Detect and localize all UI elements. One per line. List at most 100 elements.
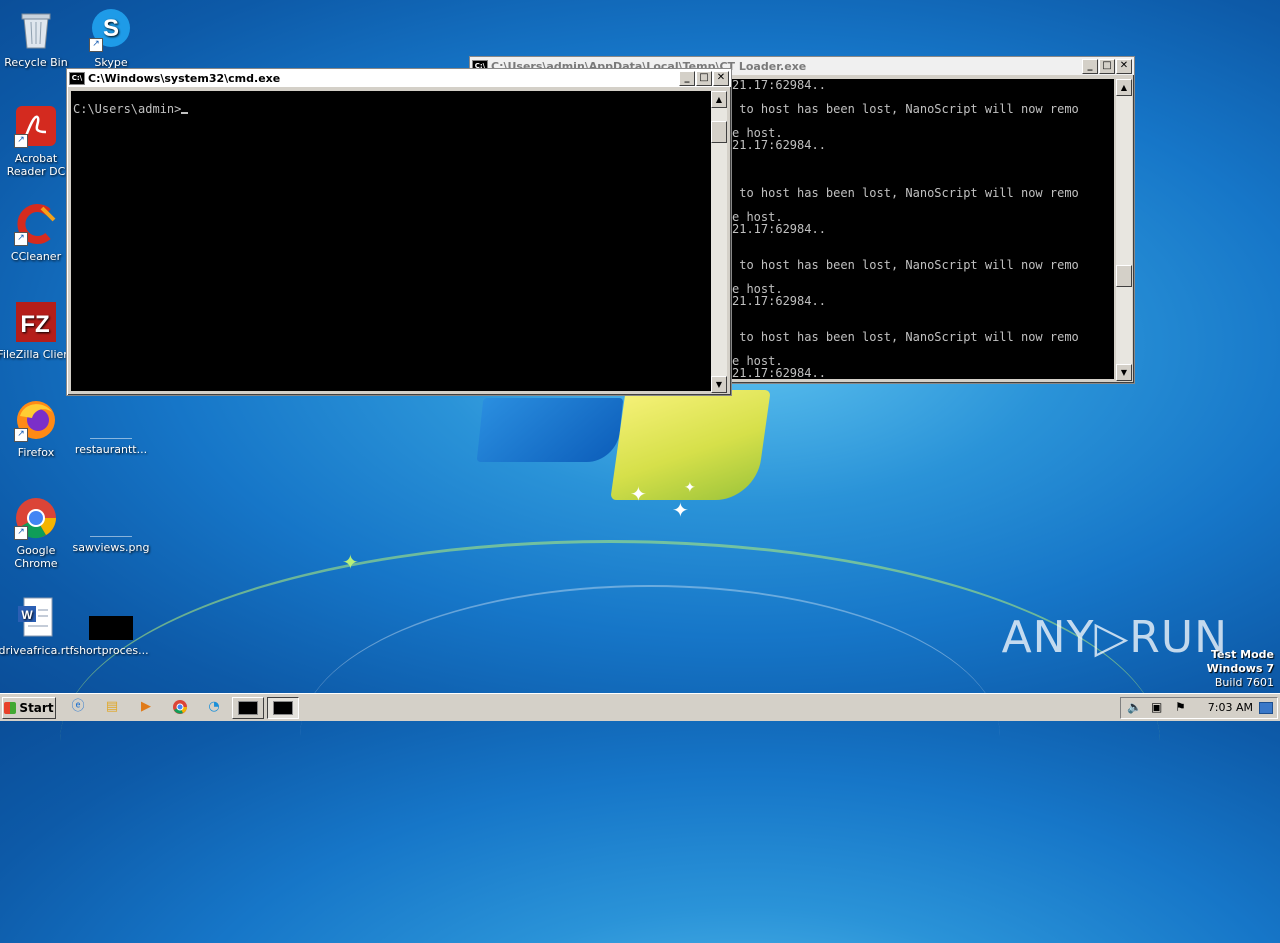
desktop-icon-filezilla[interactable]: FZ FileZilla Client [0, 300, 76, 361]
desktop-icon-skype[interactable]: S ↗ Skype [71, 8, 151, 69]
test-mode-notice: Test Mode Windows 7 Build 7601 [1207, 648, 1274, 690]
file-icon [89, 616, 133, 640]
anyrun-watermark: ANY▷RUN [1001, 612, 1228, 663]
sparkle-icon: ✦ [684, 480, 696, 496]
cmd-console[interactable]: C:\Users\admin> [71, 91, 711, 391]
minimize-button[interactable]: _ [1082, 58, 1098, 74]
desktop-icon-label: sawviews.png [72, 541, 150, 554]
shortcut-arrow-icon: ↗ [14, 428, 28, 442]
taskbar: Start ⓔ ▤ ▶ ◔ 🔈 ▣ ⚑ 7:03 AM [0, 693, 1280, 721]
network-icon[interactable]: ▣ [1151, 700, 1162, 714]
console-line: 21.17:62984.. [732, 222, 826, 236]
start-button[interactable]: Start [2, 697, 56, 719]
console-app-icon: C:\ [69, 71, 85, 85]
scroll-thumb[interactable] [1116, 265, 1132, 287]
desktop-icon-label: restaurantt... [74, 443, 148, 456]
maximize-button[interactable]: □ [1099, 58, 1115, 74]
sparkle-icon: ✦ [342, 550, 359, 574]
close-button[interactable]: ✕ [713, 70, 729, 86]
recycle-bin-icon [14, 8, 58, 52]
show-desktop-icon[interactable] [1259, 702, 1273, 714]
action-center-flag-icon[interactable]: ⚑ [1175, 700, 1186, 714]
windows-version-line: Windows 7 [1206, 662, 1274, 675]
svg-text:S: S [103, 15, 119, 42]
desktop-icon-label: shortproces... [73, 644, 149, 657]
console-app-icon [273, 701, 293, 715]
cmd-titlebar[interactable]: C:\ C:\Windows\system32\cmd.exe _ □ ✕ [67, 69, 731, 87]
minimize-button[interactable]: _ [679, 70, 695, 86]
console-line: 21.17:62984.. [732, 79, 826, 92]
text-cursor [181, 112, 189, 114]
console-line: 21.17:62984.. [732, 294, 826, 308]
desktop-icon-label: CCleaner [10, 250, 62, 263]
desktop-icon-label: Acrobat Reader DC [6, 152, 66, 178]
desktop-icon-driveafrica[interactable]: W driveafrica.rtf [0, 596, 76, 657]
shortcut-arrow-icon: ↗ [14, 232, 28, 246]
desktop-icon-label: FileZilla Client [0, 348, 75, 361]
skype-icon: S ↗ [89, 8, 133, 52]
chrome-icon: ↗ [14, 496, 58, 540]
scroll-down-button[interactable]: ▼ [711, 376, 727, 393]
desktop-icon-label: Recycle Bin [4, 56, 68, 69]
maximize-button[interactable]: □ [696, 70, 712, 86]
desktop-icon-restaurant-file[interactable]: restaurantt... [71, 398, 151, 456]
desktop-icon-label: Firefox [17, 446, 55, 459]
console-line: to host has been lost, NanoScript will n… [732, 258, 1079, 272]
console-line: 21.17:62984.. [732, 366, 826, 379]
taskbar-clock[interactable]: 7:03 AM [1208, 701, 1253, 714]
test-mode-line: Test Mode [1211, 648, 1274, 661]
explorer-icon[interactable]: ▤ [102, 698, 122, 716]
cmd-window-title: C:\Windows\system32\cmd.exe [88, 71, 281, 85]
loader-scrollbar[interactable]: ▲ ▼ [1116, 79, 1132, 381]
media-player-icon[interactable]: ▶ [136, 698, 156, 716]
build-number-line: Build 7601 [1214, 676, 1274, 689]
desktop-icon-recycle-bin[interactable]: Recycle Bin [0, 8, 76, 69]
taskbar-loader-button[interactable] [232, 697, 264, 719]
svg-text:W: W [21, 608, 33, 622]
sparkle-icon: ✦ [672, 498, 689, 522]
shortcut-arrow-icon: ↗ [14, 134, 28, 148]
word-document-icon: W [14, 596, 58, 640]
scroll-thumb[interactable] [711, 121, 727, 143]
cmd-prompt: C:\Users\admin> [73, 102, 182, 116]
console-line: to host has been lost, NanoScript will n… [732, 102, 1079, 116]
shortcut-arrow-icon: ↗ [89, 38, 103, 52]
edge-icon[interactable]: ◔ [204, 698, 224, 716]
taskbar-cmd-button[interactable] [267, 697, 299, 719]
desktop-icon-firefox[interactable]: ↗ Firefox [0, 398, 76, 459]
wallpaper-swoosh-light [300, 585, 1000, 887]
console-line: 21.17:62984.. [732, 138, 826, 152]
volume-icon[interactable]: 🔈 [1127, 700, 1142, 714]
console-line: to host has been lost, NanoScript will n… [732, 330, 1079, 344]
windows-logo-blue-pane [476, 398, 624, 462]
shortcut-arrow-icon: ↗ [14, 526, 28, 540]
cmd-scrollbar[interactable]: ▲ ▼ [711, 91, 727, 393]
desktop-icon-sawviews[interactable]: sawviews.png [71, 496, 151, 554]
chrome-icon[interactable] [170, 698, 190, 716]
close-button[interactable]: ✕ [1116, 58, 1132, 74]
cmd-window[interactable]: C:\ C:\Windows\system32\cmd.exe _ □ ✕ C:… [66, 68, 732, 396]
desktop-icon-chrome[interactable]: ↗ Google Chrome [0, 496, 76, 570]
desktop-icon-label: Google Chrome [14, 544, 58, 570]
ie-icon[interactable]: ⓔ [68, 698, 88, 716]
firefox-icon: ↗ [14, 398, 58, 442]
console-app-icon [238, 701, 258, 715]
scroll-up-button[interactable]: ▲ [711, 91, 727, 108]
console-line: to host has been lost, NanoScript will n… [732, 186, 1079, 200]
scroll-up-button[interactable]: ▲ [1116, 79, 1132, 96]
scroll-down-button[interactable]: ▼ [1116, 364, 1132, 381]
desktop-icon-shortprocess[interactable]: shortproces... [71, 596, 151, 657]
file-icon [90, 416, 132, 439]
ccleaner-icon: ↗ [14, 202, 58, 246]
windows-flag-icon [4, 702, 17, 714]
desktop-icon-ccleaner[interactable]: ↗ CCleaner [0, 202, 76, 263]
loader-console-output[interactable]: 21.17:62984.. to host has been lost, Nan… [732, 79, 1114, 379]
desktop-icon-acrobat[interactable]: ↗ Acrobat Reader DC [0, 104, 76, 178]
desktop-icon-label: driveafrica.rtf [0, 644, 74, 657]
